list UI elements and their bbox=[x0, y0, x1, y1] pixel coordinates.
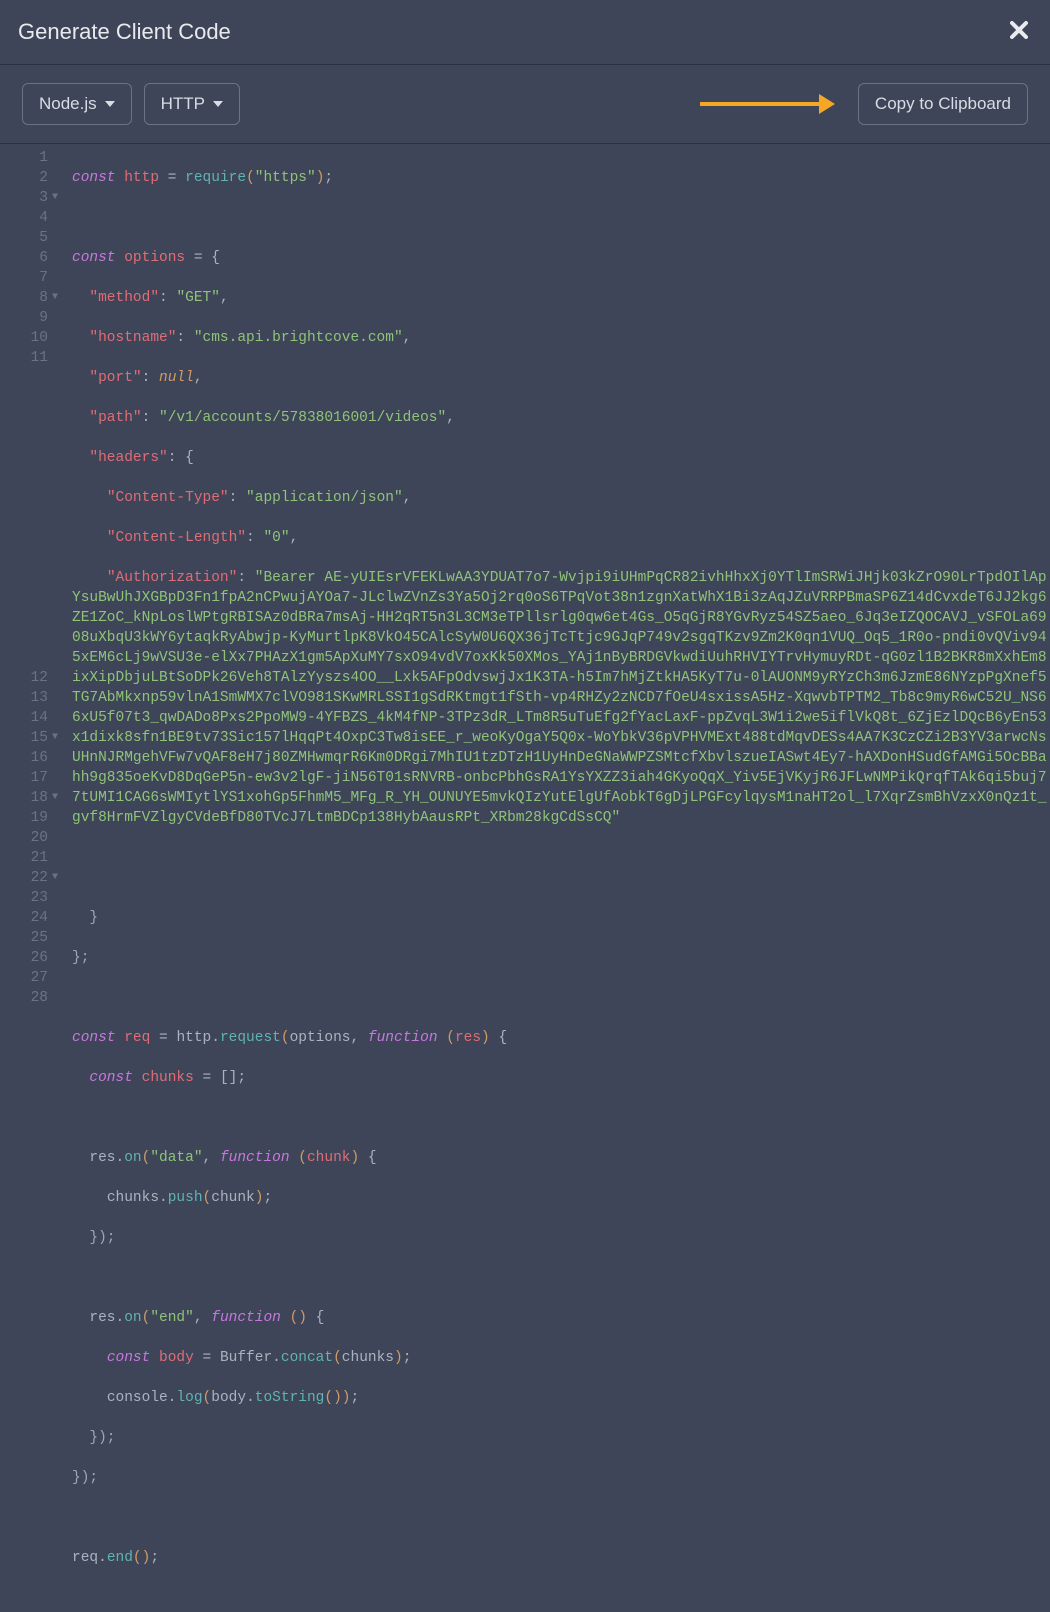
line-number: 8▼ bbox=[0, 288, 48, 308]
line-number: 28 bbox=[0, 988, 48, 1008]
line-number: 1 bbox=[0, 148, 48, 168]
line-number: 22▼ bbox=[0, 868, 48, 888]
line-number: 15▼ bbox=[0, 728, 48, 748]
language-label: Node.js bbox=[39, 94, 97, 114]
line-number: 2 bbox=[0, 168, 48, 188]
line-number: 12 bbox=[0, 668, 48, 688]
line-number: 17 bbox=[0, 768, 48, 788]
language-dropdown[interactable]: Node.js bbox=[22, 83, 132, 125]
line-number: 7 bbox=[0, 268, 48, 288]
copy-to-clipboard-button[interactable]: Copy to Clipboard bbox=[858, 83, 1028, 125]
code-content[interactable]: const http = require("https"); const opt… bbox=[60, 148, 1050, 1608]
generate-code-modal: Generate Client Code Node.js HTTP Copy t… bbox=[0, 0, 1050, 1612]
line-number: 10 bbox=[0, 328, 48, 348]
caret-down-icon bbox=[213, 101, 223, 107]
fold-icon[interactable]: ▼ bbox=[52, 868, 58, 888]
line-number: 24 bbox=[0, 908, 48, 928]
line-number: 25 bbox=[0, 928, 48, 948]
line-number: 16 bbox=[0, 748, 48, 768]
annotation-arrow bbox=[700, 99, 835, 109]
code-editor[interactable]: 1 2 3▼ 4 5 6 7 8▼ 9 10 11 12 13 14 15▼ 1… bbox=[0, 144, 1050, 1612]
line-number: 6 bbox=[0, 248, 48, 268]
modal-title: Generate Client Code bbox=[18, 19, 231, 45]
line-number: 4 bbox=[0, 208, 48, 228]
modal-header: Generate Client Code bbox=[0, 0, 1050, 65]
line-number: 5 bbox=[0, 228, 48, 248]
line-number: 18▼ bbox=[0, 788, 48, 808]
line-number: 13 bbox=[0, 688, 48, 708]
fold-icon[interactable]: ▼ bbox=[52, 788, 58, 808]
caret-down-icon bbox=[105, 101, 115, 107]
line-number: 23 bbox=[0, 888, 48, 908]
fold-icon[interactable]: ▼ bbox=[52, 188, 58, 208]
line-number: 26 bbox=[0, 948, 48, 968]
variant-dropdown[interactable]: HTTP bbox=[144, 83, 240, 125]
variant-label: HTTP bbox=[161, 94, 205, 114]
close-icon[interactable] bbox=[1010, 18, 1028, 46]
fold-icon[interactable]: ▼ bbox=[52, 728, 58, 748]
line-number: 21 bbox=[0, 848, 48, 868]
fold-icon[interactable]: ▼ bbox=[52, 288, 58, 308]
line-number: 11 bbox=[0, 348, 48, 668]
line-number: 14 bbox=[0, 708, 48, 728]
toolbar: Node.js HTTP Copy to Clipboard bbox=[0, 65, 1050, 144]
line-number: 27 bbox=[0, 968, 48, 988]
line-number: 9 bbox=[0, 308, 48, 328]
line-number: 20 bbox=[0, 828, 48, 848]
line-gutter: 1 2 3▼ 4 5 6 7 8▼ 9 10 11 12 13 14 15▼ 1… bbox=[0, 148, 60, 1608]
line-number: 3▼ bbox=[0, 188, 48, 208]
line-number: 19 bbox=[0, 808, 48, 828]
